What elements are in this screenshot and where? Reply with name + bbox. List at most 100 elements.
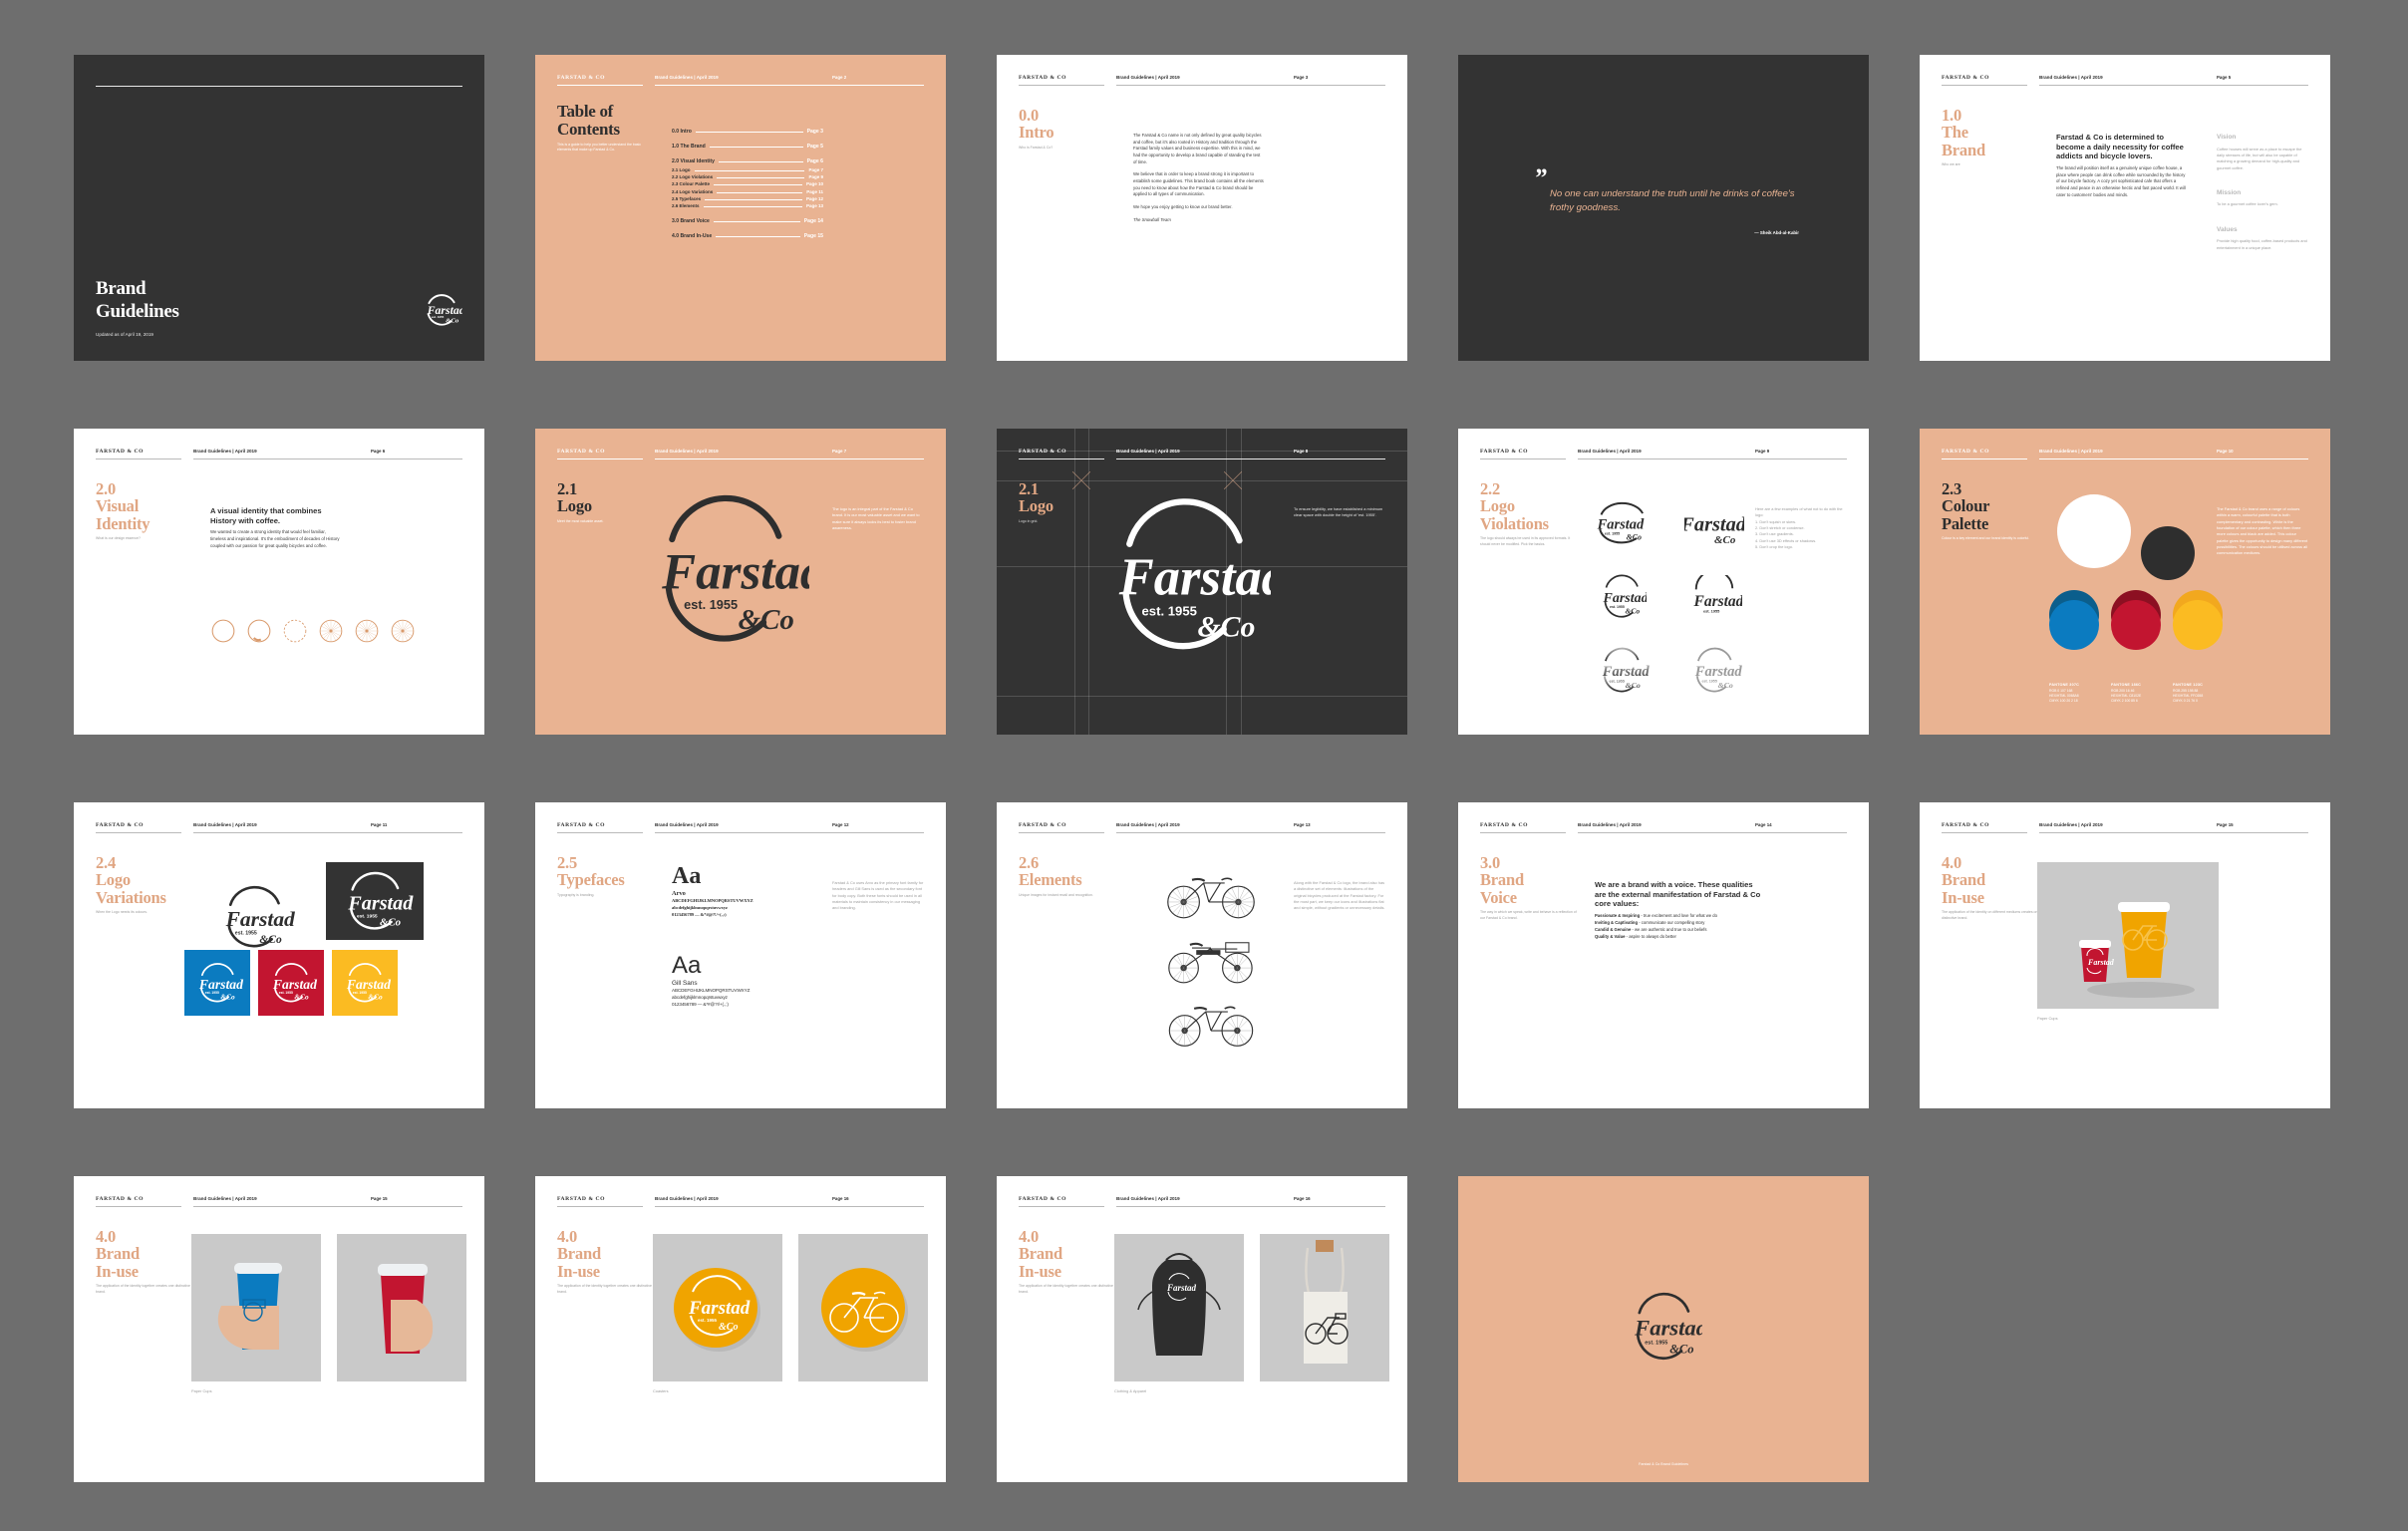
svg-text:Farstad: Farstad: [2087, 958, 2115, 967]
slide-logo-peach[interactable]: FARSTAD & CO Brand Guidelines | April 20…: [535, 429, 946, 735]
brandmark: FARSTAD & CO: [557, 449, 643, 459]
page-number: Page 9: [1755, 449, 1847, 459]
toc-leader-line: [695, 132, 803, 133]
brandmark: FARSTAD & CO: [1019, 75, 1104, 86]
toc-entry-label: 2.6 Elements: [672, 203, 700, 209]
doc-title: Brand Guidelines | April 2019: [1116, 75, 1294, 86]
svg-text:est. 1955: est. 1955: [1703, 610, 1720, 614]
toc-entry[interactable]: 3.0 Brand Voice Page 14: [672, 218, 823, 224]
slide-inuse-paper-cups-mockup[interactable]: FARSTAD & CO Brand Guidelines | April 20…: [1920, 802, 2330, 1108]
slide-typefaces[interactable]: FARSTAD & CO Brand Guidelines | April 20…: [535, 802, 946, 1108]
brandmark: FARSTAD & CO: [1019, 449, 1104, 459]
svg-text:Farstad: Farstad: [272, 977, 317, 992]
svg-text:est. 1955: est. 1955: [684, 597, 738, 612]
toc-entry-page: Page 5: [806, 144, 823, 151]
toc-entry[interactable]: 2.6 Elements Page 13: [672, 203, 823, 208]
toc-entry[interactable]: 2.0 Visual Identity Page 6: [672, 158, 823, 164]
violation-shadow: Farstad est. 1955 &Co: [1668, 642, 1761, 698]
slide-intro[interactable]: FARSTAD & CO Brand Guidelines | April 20…: [997, 55, 1407, 361]
bicycle-icon: [1167, 877, 1255, 919]
slide-table-of-contents[interactable]: FARSTAD & CO Brand Guidelines | April 20…: [535, 55, 946, 361]
section-title: 4.0 Brand In-use The application of the …: [1942, 853, 2040, 920]
slide-colour-palette[interactable]: FARSTAD & CO Brand Guidelines | April 20…: [1920, 429, 2330, 735]
slide-cover[interactable]: Brand Guidelines Updated as of April 19,…: [74, 55, 484, 361]
secondary-name: Gill Sans: [672, 980, 698, 987]
toc-entry-label: 2.3 Colour Palette: [672, 181, 711, 187]
toc-entry[interactable]: 2.5 Typefaces Page 12: [672, 196, 823, 201]
toc-entry-label: 4.0 Brand In-Use: [672, 233, 713, 239]
slide-inuse-apparel[interactable]: FARSTAD & CO Brand Guidelines | April 20…: [997, 1176, 1407, 1482]
slide-the-brand[interactable]: FARSTAD & CO Brand Guidelines | April 20…: [1920, 55, 2330, 361]
violation-stretched: Farstad est. 1955 &Co: [1576, 568, 1668, 624]
svg-text:&Co: &Co: [739, 604, 794, 636]
logo-lockup-large-white: Farstad est. 1955 &Co: [1096, 486, 1289, 662]
brandmark: FARSTAD & CO: [557, 822, 643, 833]
toc-entry[interactable]: 2.4 Logo Variations Page 11: [672, 189, 823, 194]
svg-text:&Co: &Co: [1626, 607, 1641, 616]
toc-entry[interactable]: 2.3 Colour Palette Page 10: [672, 181, 823, 186]
section-title: 2.6 Elements Unique images for instant r…: [1019, 853, 1093, 897]
toc-entry-label: 2.0 Visual Identity: [672, 158, 715, 165]
cover-subtitle: Updated as of April 19, 2019: [96, 332, 153, 337]
page-number: Page 6: [371, 449, 462, 459]
photo-caption: Coasters: [653, 1388, 669, 1393]
page-header: FARSTAD & CO Brand Guidelines | April 20…: [96, 449, 462, 459]
violation-rule: 5. Don't crop the logo.: [1755, 543, 1793, 549]
slide-quote[interactable]: ” No one can understand the truth until …: [1458, 55, 1869, 361]
toc-entry-page: Page 13: [805, 203, 823, 209]
slide-logo-violations[interactable]: FARSTAD & CO Brand Guidelines | April 20…: [1458, 429, 1869, 735]
violation-cropped: Farstad &Co: [1668, 494, 1761, 550]
slide-brand-voice[interactable]: FARSTAD & CO Brand Guidelines | April 20…: [1458, 802, 1869, 1108]
toc-leader-line: [717, 176, 805, 178]
slide-inuse-cups-hands[interactable]: FARSTAD & CO Brand Guidelines | April 20…: [74, 1176, 484, 1482]
photo-caption: Paper Cups: [191, 1388, 212, 1393]
toc-entry-page: Page 14: [803, 217, 823, 224]
page-number: Page 16: [1294, 1196, 1385, 1207]
toc-entry[interactable]: 0.0 Intro Page 3: [672, 129, 823, 135]
brand-voice-value-text: - aspire to always do better: [1625, 933, 1676, 939]
slide-logo-variations[interactable]: FARSTAD & CO Brand Guidelines | April 20…: [74, 802, 484, 1108]
toc-entry[interactable]: 4.0 Brand In-Use Page 15: [672, 233, 823, 239]
page-header: FARSTAD & CO Brand Guidelines | April 20…: [1019, 75, 1385, 86]
svg-text:Farstad: Farstad: [346, 977, 391, 992]
page-number: Page 3: [1294, 75, 1385, 86]
visual-identity-body: A visual identity that combines History …: [210, 506, 340, 548]
svg-text:Farstad: Farstad: [1166, 1283, 1197, 1293]
section-title: 4.0 Brand In-use The application of the …: [96, 1227, 190, 1294]
toc-leader-line: [714, 184, 802, 186]
page-header: FARSTAD & CO Brand Guidelines | April 20…: [557, 1196, 924, 1207]
svg-text:est. 1955: est. 1955: [205, 991, 219, 995]
toc-entry[interactable]: 1.0 The Brand Page 5: [672, 144, 823, 150]
logo-variation-on-black: Farstad est. 1955 &Co: [326, 862, 424, 940]
brand-voice-value-label: Passionate & Inspiring: [1595, 913, 1641, 919]
toc-leader-line: [713, 220, 800, 222]
slide-elements[interactable]: FARSTAD & CO Brand Guidelines | April 20…: [997, 802, 1407, 1108]
page-header: FARSTAD & CO Brand Guidelines | April 20…: [1942, 822, 2308, 833]
coffee-ring-dashed-icon: [283, 619, 307, 643]
page-header: FARSTAD & CO Brand Guidelines | April 20…: [1480, 449, 1847, 459]
toc-entry-page: Page 7: [808, 166, 823, 172]
slide-visual-identity[interactable]: FARSTAD & CO Brand Guidelines | April 20…: [74, 429, 484, 735]
toc-entry[interactable]: 2.2 Logo Violations Page 9: [672, 174, 823, 179]
toc-entry-page: Page 11: [806, 188, 823, 194]
violation-rules: Here are a few examples of what not to d…: [1755, 506, 1847, 550]
toc-entry-label: 2.4 Logo Variations: [672, 188, 714, 194]
typeface-primary: Aa Arvo ABCDEFGHIJKLMNOPQRSTUVWXYZ abcde…: [672, 863, 753, 917]
brand-voice-values: Passionate & Inspiring - true excitement…: [1595, 913, 1766, 940]
toc-entry[interactable]: 2.1 Logo Page 7: [672, 167, 823, 172]
svg-text:Farstad: Farstad: [1694, 664, 1743, 680]
brandmark: FARSTAD & CO: [1942, 449, 2027, 459]
slide-logo-grid[interactable]: FARSTAD & CO Brand Guidelines | April 20…: [997, 429, 1407, 735]
svg-text:Farstad: Farstad: [1597, 516, 1645, 532]
svg-text:&Co: &Co: [220, 993, 235, 1002]
doc-title: Brand Guidelines | April 2019: [655, 449, 832, 459]
slide-inuse-coasters[interactable]: FARSTAD & CO Brand Guidelines | April 20…: [535, 1176, 946, 1482]
toc-spacer: [672, 211, 823, 218]
slide-end-card[interactable]: Farstad est. 1955 &Co Farstad & Co Brand…: [1458, 1176, 1869, 1482]
brand-voice-value-text: - communicate our compelling story: [1638, 919, 1705, 925]
end-logo: Farstad est. 1955 &Co: [1625, 1287, 1708, 1366]
svg-text:est. 1955: est. 1955: [279, 991, 293, 995]
toc-blurb: This is a guide to help you better under…: [557, 143, 642, 153]
svg-text:Farstad: Farstad: [347, 893, 414, 915]
page-header: FARSTAD & CO Brand Guidelines | April 20…: [96, 822, 462, 833]
